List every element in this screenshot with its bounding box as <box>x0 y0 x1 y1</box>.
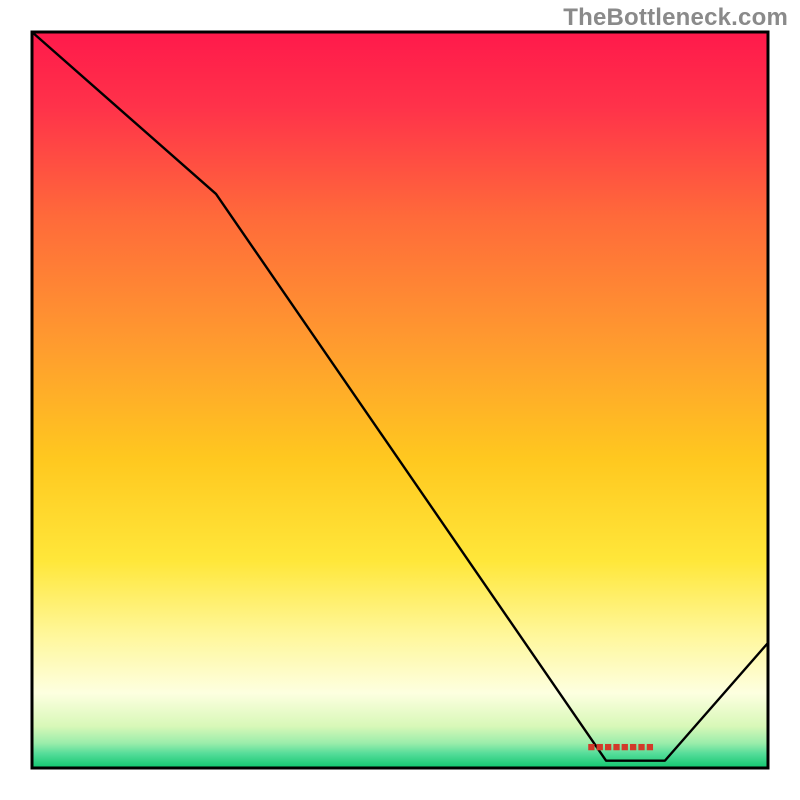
bottleneck-chart <box>0 0 800 800</box>
chart-stage: TheBottleneck.com ■■■■■■■■ <box>0 0 800 800</box>
recommended-range-label: ■■■■■■■■ <box>588 739 655 754</box>
plot-background <box>34 34 767 767</box>
